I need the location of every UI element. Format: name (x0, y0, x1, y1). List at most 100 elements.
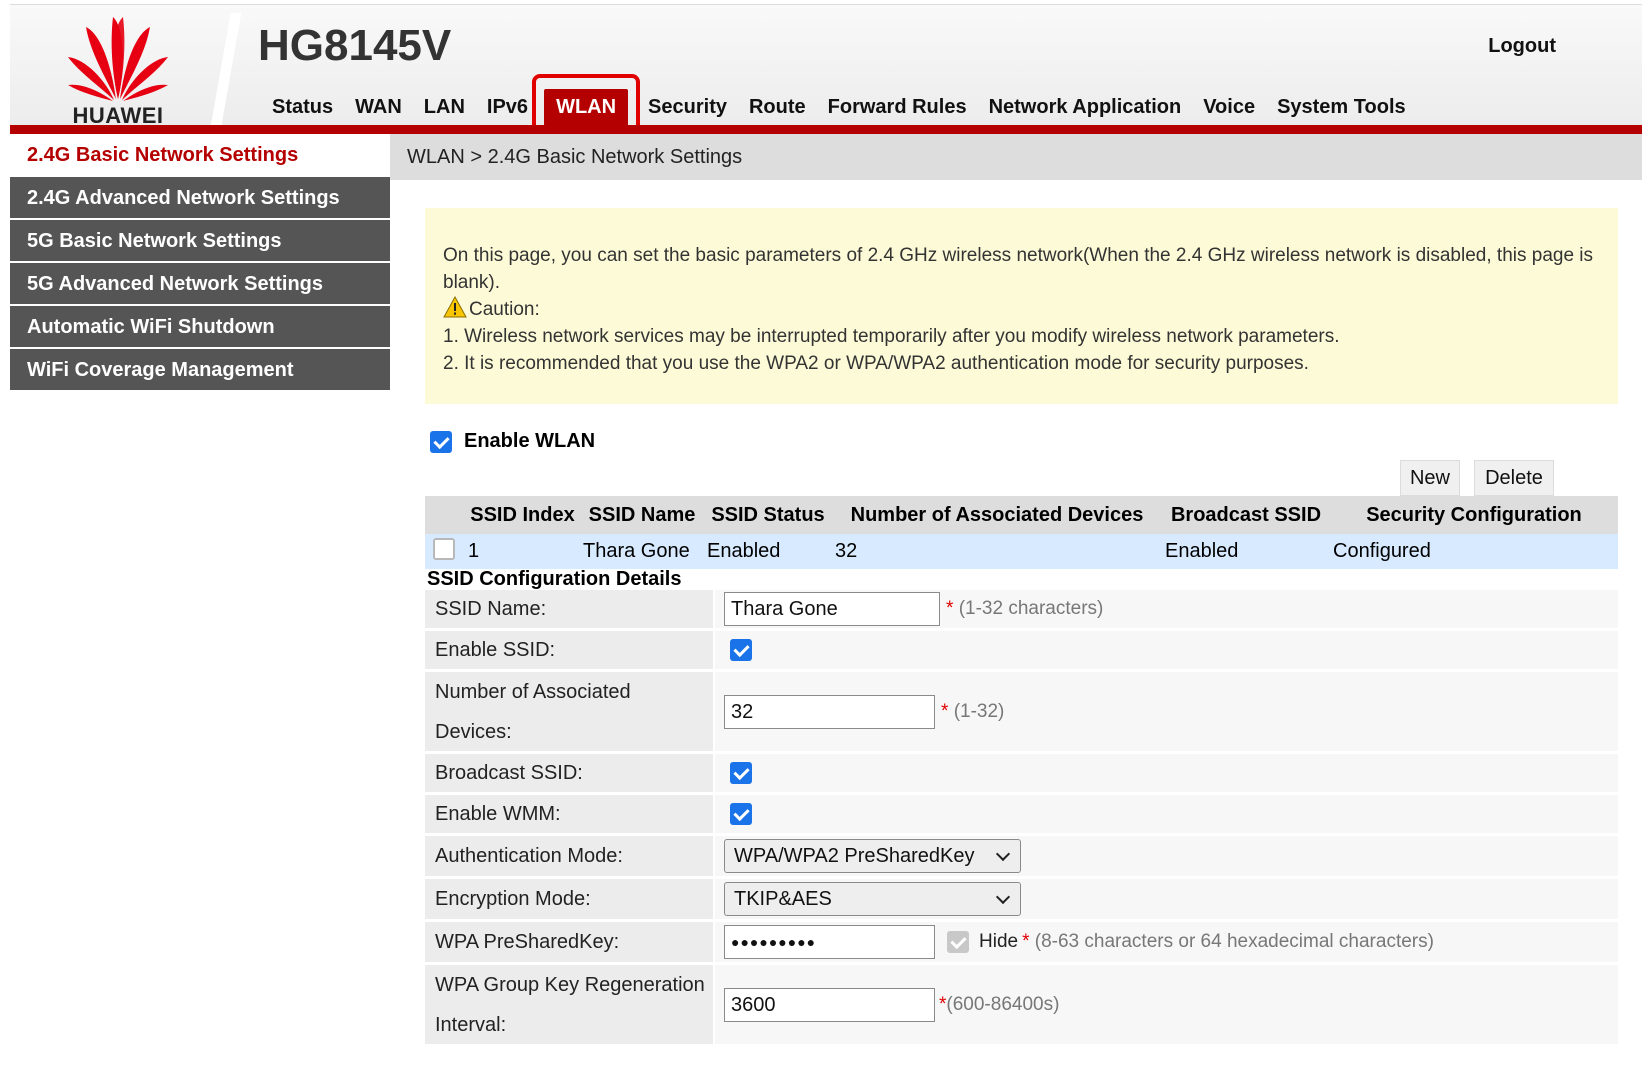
enable-wlan-checkbox[interactable] (430, 430, 452, 453)
group-key-hint-text: (600-86400s) (946, 993, 1060, 1015)
psk-value: ●●●●●●●●● Hide * (8-63 characters or 64 … (715, 922, 1618, 962)
assoc-devices-label-line2: Devices: (435, 720, 512, 743)
nav-route[interactable]: Route (749, 96, 806, 119)
required-star: * (1022, 931, 1030, 952)
auth-mode-value: WPA/WPA2 PreSharedKey (715, 836, 1618, 876)
huawei-petals-icon (68, 17, 168, 101)
assoc-devices-label: Number of Associated Devices: (425, 672, 715, 751)
nav-lan[interactable]: LAN (424, 96, 465, 119)
nav-security[interactable]: Security (648, 96, 727, 119)
row-broadcast-ssid: Broadcast SSID: (425, 754, 1618, 795)
ssid-name-hint-text: (1-32 characters) (958, 598, 1104, 619)
col-broadcast-ssid: Broadcast SSID (1162, 496, 1330, 534)
ssid-name-label: SSID Name: (425, 590, 715, 628)
cell-security-config: Configured (1330, 534, 1618, 569)
row-encryption-mode: Encryption Mode: TKIP&AES (425, 879, 1618, 922)
hide-psk-checkbox[interactable] (947, 931, 969, 953)
sidebar-item-24g-basic[interactable]: 2.4G Basic Network Settings (10, 134, 390, 177)
enable-wmm-checkbox[interactable] (730, 803, 752, 825)
new-button[interactable]: New (1400, 460, 1460, 496)
enable-ssid-checkbox[interactable] (730, 639, 752, 661)
broadcast-ssid-value (715, 754, 1618, 792)
select-column-header (425, 496, 465, 534)
psk-hint-text: (8-63 characters or 64 hexadecimal chara… (1034, 931, 1434, 952)
group-key-input[interactable]: 3600 (724, 987, 935, 1022)
sidebar-item-5g-advanced[interactable]: 5G Advanced Network Settings (10, 263, 390, 306)
hide-psk-label: Hide (979, 931, 1019, 952)
main-content: WLAN > 2.4G Basic Network Settings On th… (390, 134, 1642, 1092)
encryption-mode-select[interactable]: TKIP&AES (724, 882, 1021, 916)
ssid-name-input[interactable]: Thara Gone (724, 592, 940, 626)
top-nav: Status WAN LAN IPv6 WLAN Security Route … (272, 73, 1428, 142)
table-row[interactable]: 1 Thara Gone Enabled 32 Enabled Configur… (425, 534, 1618, 569)
psk-label: WPA PreSharedKey: (425, 922, 715, 962)
col-assoc-devices: Number of Associated Devices (832, 496, 1162, 534)
cell-ssid-status: Enabled (704, 534, 832, 569)
group-key-label-line2: Interval: (435, 1013, 507, 1036)
required-star: * (941, 700, 949, 722)
delete-button[interactable]: Delete (1474, 460, 1554, 496)
notice-line-2: 2. It is recommended that you use the WP… (443, 353, 1309, 374)
huawei-logo: HUAWEI (52, 13, 182, 128)
ssid-table: SSID Index SSID Name SSID Status Number … (425, 496, 1618, 569)
row-select-cell (425, 534, 465, 569)
row-assoc-devices: Number of Associated Devices: 32 * (1-32… (425, 672, 1618, 754)
assoc-devices-hint-text: (1-32) (953, 700, 1005, 722)
nav-wlan[interactable]: WLAN (532, 73, 641, 142)
nav-system-tools[interactable]: System Tools (1277, 96, 1406, 119)
warning-icon (443, 296, 467, 318)
enable-wlan-label: Enable WLAN (464, 430, 596, 452)
device-model: HG8145V (258, 21, 452, 70)
enable-ssid-value (715, 631, 1618, 669)
header-red-bar (10, 125, 1642, 134)
col-ssid-name: SSID Name (580, 496, 704, 534)
encryption-mode-value: TKIP&AES (715, 879, 1618, 919)
cell-assoc-devices: 32 (832, 534, 1162, 569)
group-key-label-line1: WPA Group Key Regeneration (435, 973, 705, 996)
ssid-name-hint: * (1-32 characters) (946, 598, 1103, 620)
row-ssid-name: SSID Name: Thara Gone * (1-32 characters… (425, 590, 1618, 631)
logout-link[interactable]: Logout (1488, 35, 1556, 58)
notice-line-1: 1. Wireless network services may be inte… (443, 326, 1340, 347)
sidebar-item-5g-basic[interactable]: 5G Basic Network Settings (10, 220, 390, 263)
nav-network-application[interactable]: Network Application (989, 96, 1182, 119)
cell-ssid-index: 1 (465, 534, 580, 569)
row-checkbox[interactable] (433, 537, 455, 560)
row-auth-mode: Authentication Mode: WPA/WPA2 PreSharedK… (425, 836, 1618, 879)
enable-wmm-value (715, 795, 1618, 833)
notice-caution-row: Caution: (443, 296, 1600, 323)
assoc-devices-hint: * (1-32) (941, 701, 1004, 723)
notice-intro: On this page, you can set the basic para… (443, 245, 1594, 293)
nav-forward-rules[interactable]: Forward Rules (828, 96, 967, 119)
sidebar-item-wifi-coverage[interactable]: WiFi Coverage Management (10, 349, 390, 392)
header-divider (200, 13, 246, 130)
sidebar-item-wifi-shutdown[interactable]: Automatic WiFi Shutdown (10, 306, 390, 349)
col-security-config: Security Configuration (1330, 496, 1618, 534)
cell-broadcast-ssid: Enabled (1162, 534, 1330, 569)
psk-input[interactable]: ●●●●●●●●● (724, 925, 935, 959)
header: HUAWEI HG8145V Logout Status WAN LAN IPv… (10, 4, 1642, 142)
nav-ipv6[interactable]: IPv6 (487, 96, 528, 119)
notice-caution: Caution: (469, 299, 540, 320)
nav-wan[interactable]: WAN (355, 96, 402, 119)
sidebar-item-24g-advanced[interactable]: 2.4G Advanced Network Settings (10, 177, 390, 220)
row-enable-wmm: Enable WMM: (425, 795, 1618, 836)
auth-mode-select[interactable]: WPA/WPA2 PreSharedKey (724, 839, 1021, 873)
group-key-value: 3600 *(600-86400s) (715, 965, 1618, 1044)
sidebar: 2.4G Basic Network Settings 2.4G Advance… (10, 134, 390, 1092)
enable-wlan-row: Enable WLAN (430, 430, 595, 453)
group-key-hint: *(600-86400s) (939, 994, 1059, 1016)
psk-hint: * (8-63 characters or 64 hexadecimal cha… (1022, 931, 1434, 953)
ssid-name-value: Thara Gone * (1-32 characters) (715, 590, 1618, 628)
broadcast-ssid-label: Broadcast SSID: (425, 754, 715, 792)
row-group-key-interval: WPA Group Key Regeneration Interval: 360… (425, 965, 1618, 1047)
row-enable-ssid: Enable SSID: (425, 631, 1618, 672)
nav-voice[interactable]: Voice (1203, 96, 1255, 119)
col-ssid-status: SSID Status (704, 496, 832, 534)
broadcast-ssid-checkbox[interactable] (730, 762, 752, 784)
ssid-table-header: SSID Index SSID Name SSID Status Number … (425, 496, 1618, 534)
nav-status[interactable]: Status (272, 96, 333, 119)
assoc-devices-input[interactable]: 32 (724, 694, 935, 729)
enable-wmm-label: Enable WMM: (425, 795, 715, 833)
required-star: * (946, 598, 954, 619)
